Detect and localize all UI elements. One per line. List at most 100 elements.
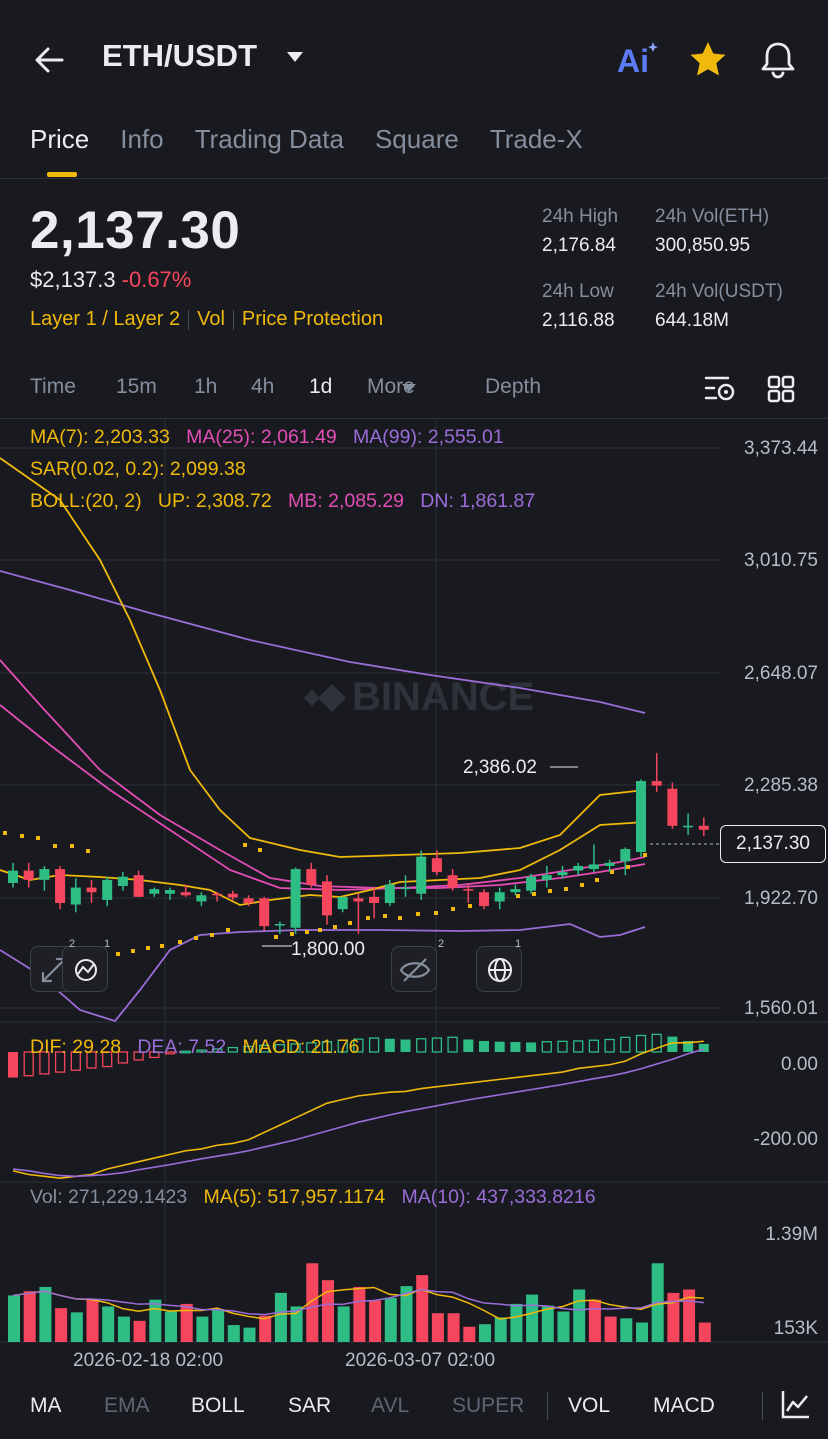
volume-bar [620,1318,633,1342]
volume-bar [243,1327,256,1342]
candle-body [636,781,646,853]
volume-bar [149,1299,162,1342]
star-icon[interactable] [686,38,730,82]
vol-eth-value: 300,850.95 [655,235,751,256]
high-price-marker: 2,386.02 [463,757,537,778]
tab-price[interactable]: Price [30,124,89,155]
interval-time[interactable]: Time [30,375,76,399]
boll-dn-label: DN: 1,861.87 [420,490,536,512]
indicator-boll[interactable]: BOLL [191,1394,245,1418]
sar-dot [348,921,352,925]
bell-icon[interactable] [756,38,800,82]
interval-1d[interactable]: 1d [309,375,332,399]
interval-1h[interactable]: 1h [194,375,217,399]
candle-body [337,896,348,910]
candle-body [117,876,128,887]
sar-label: SAR(0.02, 0.2): 2,099.38 [30,458,246,480]
interval-depth[interactable]: Depth [485,375,541,399]
sar-dot [333,925,337,929]
volume-bar [196,1316,209,1342]
boll-mb-line [0,704,646,891]
candle-body [149,889,160,894]
more-dropdown-icon[interactable] [402,384,416,392]
trading-pair-title[interactable]: ETH/USDT [102,38,257,74]
tab-square[interactable]: Square [375,124,459,155]
layout-grid-icon[interactable] [766,374,796,404]
tag-separator [232,309,234,330]
macd-histogram-bar [416,1038,427,1053]
chart-style-icon[interactable] [780,1388,812,1420]
macd-histogram-bar [557,1040,568,1053]
candle-body [243,898,254,904]
sar-dot [564,887,568,891]
macd-histogram-bar [635,1034,647,1053]
indicator-sar[interactable]: SAR [288,1394,331,1418]
sar-dot [451,907,455,911]
eye-off-icon [399,958,431,982]
indicator-vol[interactable]: VOL [568,1394,610,1418]
tab-trade-x[interactable]: Trade-X [490,124,583,155]
hide-tool-button[interactable] [391,946,437,992]
sar-dot [318,928,322,932]
indicator-ma[interactable]: MA [30,1394,62,1418]
sar-dot [3,831,7,835]
ai-icon[interactable]: Ai [615,38,659,82]
volume-bar [70,1312,83,1342]
candle-body [384,884,395,904]
sar-dot [160,944,164,948]
interval-4h[interactable]: 4h [251,375,274,399]
candle-body [196,895,207,902]
candle-body [683,825,694,828]
vol-ma5-label: MA(5): 517,957.1174 [203,1186,386,1208]
sar-dot [532,892,536,896]
tag-price-protection[interactable]: Price Protection [242,308,383,331]
boll-mb-label: MB: 2,085.29 [288,490,405,512]
draw-tool-button[interactable] [62,946,108,992]
price-chart[interactable]: BINANCE 2,386.02 1,800.00 [0,420,828,1388]
boll-up-label: UP: 2,308.72 [157,490,272,512]
candle-body [306,869,317,885]
bottom-divider [0,1378,828,1379]
sar-dot [468,904,472,908]
interval-15m[interactable]: 15m [116,375,157,399]
sar-dot [194,936,198,940]
indicator-ema[interactable]: EMA [104,1394,150,1418]
globe-tool-button[interactable] [476,946,522,992]
volume-bar [447,1313,460,1342]
sar-dot [258,848,262,852]
sar-dot [366,916,370,920]
candle-body [102,879,113,900]
candle-body [180,892,191,896]
tag-layer[interactable]: Layer 1 / Layer 2 [30,308,180,331]
chart-settings-icon[interactable] [704,374,736,404]
candle-body [39,869,50,880]
tabs-divider [0,178,828,179]
volume-bar [588,1299,601,1342]
back-arrow-icon[interactable] [30,40,70,80]
volume-bar [573,1289,586,1342]
volume-bar [165,1311,177,1342]
tab-info[interactable]: Info [120,124,163,155]
candle-body [322,881,332,916]
macd-histogram-bar [8,1051,18,1078]
indicator-macd[interactable]: MACD [653,1394,715,1418]
candle-body [212,893,223,896]
indicator-super[interactable]: SUPER [452,1394,524,1418]
tab-trading-data[interactable]: Trading Data [195,124,344,155]
candle-body [400,887,411,890]
vol-usdt-value: 644.18M [655,310,729,331]
volume-bar [117,1316,130,1342]
tag-vol[interactable]: Vol [197,308,225,331]
volume-bar [510,1303,523,1342]
last-price: 2,137.30 [30,201,241,260]
sar-dot [36,836,40,840]
candle-body [23,870,34,880]
candle-body [479,892,489,907]
pair-dropdown-icon[interactable] [287,52,303,62]
candle-body [70,887,81,905]
ma-legend: MA(7): 2,203.33 MA(25): 2,061.49 MA(99):… [30,426,504,449]
price-axis-label: 3,010.75 [744,550,818,571]
price-axis-label: 2,285.38 [744,775,818,796]
globe-icon [488,958,512,982]
indicator-avl[interactable]: AVL [371,1394,409,1418]
